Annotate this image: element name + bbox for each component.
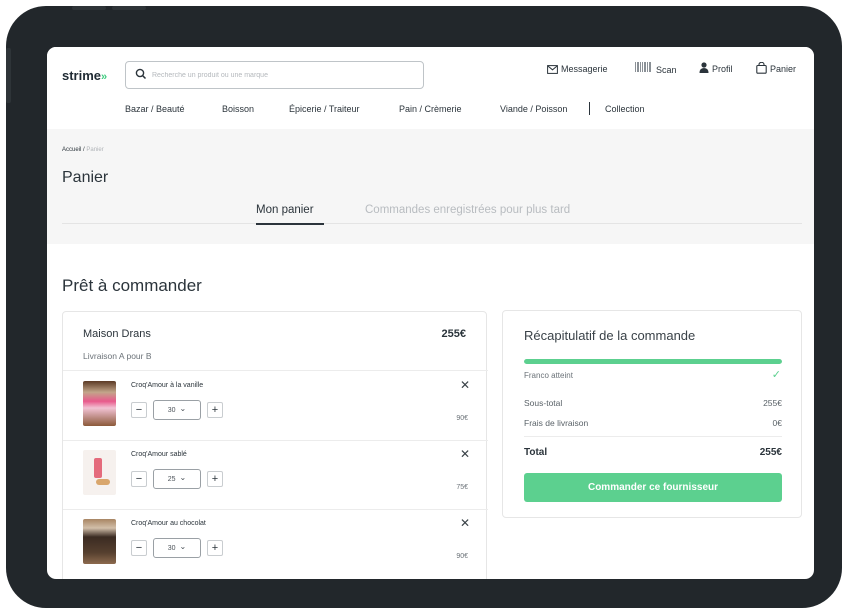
mail-icon bbox=[547, 64, 558, 74]
tablet-top-button bbox=[72, 6, 106, 10]
remove-item-button[interactable]: ✕ bbox=[459, 516, 471, 530]
franco-progress-fill bbox=[524, 359, 782, 364]
breadcrumb-current: Panier bbox=[86, 147, 104, 153]
quantity-value: 30 bbox=[167, 406, 176, 414]
chevron-down-icon: ⌄ bbox=[179, 404, 187, 413]
user-icon bbox=[699, 62, 709, 73]
increase-qty-button[interactable]: + bbox=[207, 402, 223, 418]
breadcrumb-home[interactable]: Accueil bbox=[62, 147, 81, 153]
quantity-select[interactable]: 30 ⌄ bbox=[153, 538, 201, 558]
subtotal-value: 255€ bbox=[763, 398, 782, 408]
search-input[interactable] bbox=[152, 67, 417, 83]
subtotal-row: Sous-total 255€ bbox=[524, 398, 782, 408]
scan-link[interactable]: Scan bbox=[634, 60, 677, 75]
item-price: 90€ bbox=[456, 553, 468, 560]
search-bar[interactable] bbox=[125, 61, 424, 89]
increase-qty-button[interactable]: + bbox=[207, 540, 223, 556]
order-summary-card: Récapitulatif de la commande Franco atte… bbox=[502, 310, 802, 518]
profile-link[interactable]: Profil bbox=[699, 61, 733, 74]
item-name[interactable]: Croq'Amour à la vanille bbox=[131, 382, 203, 389]
summary-divider bbox=[524, 436, 782, 437]
nav-divider bbox=[589, 102, 590, 115]
barcode-icon bbox=[635, 62, 651, 72]
supplier-name[interactable]: Maison Drans bbox=[83, 328, 151, 340]
nav-item-bazar-beaute[interactable]: Bazar / Beauté bbox=[125, 104, 185, 114]
section-title: Prêt à commander bbox=[62, 276, 202, 295]
page-header-area: Accueil / Panier Panier Mon panier Comma… bbox=[47, 129, 814, 244]
order-supplier-button[interactable]: Commander ce fournisseur bbox=[524, 473, 782, 502]
remove-item-button[interactable]: ✕ bbox=[459, 447, 471, 461]
shopping-bag-icon bbox=[756, 61, 767, 74]
messages-label: Messagerie bbox=[561, 64, 608, 74]
page-title: Panier bbox=[62, 169, 109, 186]
tab-mon-panier[interactable]: Mon panier bbox=[256, 204, 314, 216]
tablet-side-button bbox=[6, 48, 11, 103]
item-name[interactable]: Croq'Amour au chocolat bbox=[131, 520, 206, 527]
quantity-select[interactable]: 30 ⌄ bbox=[153, 400, 201, 420]
quantity-select[interactable]: 25 ⌄ bbox=[153, 469, 201, 489]
product-thumbnail[interactable] bbox=[83, 519, 116, 564]
total-row: Total 255€ bbox=[524, 447, 782, 458]
cart-item: Croq'Amour sablé ✕ − 25 ⌄ + 75€ bbox=[63, 441, 488, 510]
quantity-value: 25 bbox=[167, 475, 176, 483]
decrease-qty-button[interactable]: − bbox=[131, 540, 147, 556]
cart-item: Croq'Amour à la vanille ✕ − 30 ⌄ + 90€ bbox=[63, 372, 488, 441]
product-thumbnail[interactable] bbox=[83, 450, 116, 495]
cart-label: Panier bbox=[770, 64, 797, 74]
quantity-stepper: − 30 ⌄ + bbox=[131, 538, 223, 558]
decrease-qty-button[interactable]: − bbox=[131, 402, 147, 418]
profile-label: Profil bbox=[712, 64, 733, 74]
item-price: 90€ bbox=[456, 415, 468, 422]
summary-title: Récapitulatif de la commande bbox=[524, 328, 696, 343]
product-thumbnail[interactable] bbox=[83, 381, 116, 426]
search-icon bbox=[135, 68, 147, 80]
nav-item-boisson[interactable]: Boisson bbox=[222, 104, 254, 114]
chevron-down-icon: ⌄ bbox=[179, 542, 187, 551]
shipping-row: Frais de livraison 0€ bbox=[524, 418, 782, 428]
card-divider bbox=[63, 370, 488, 371]
cart-link[interactable]: Panier bbox=[756, 61, 796, 74]
total-value: 255€ bbox=[759, 447, 782, 458]
supplier-total: 255€ bbox=[441, 328, 466, 340]
active-tab-underline bbox=[256, 223, 324, 225]
franco-progress-bar bbox=[524, 359, 782, 364]
remove-item-button[interactable]: ✕ bbox=[459, 378, 471, 392]
nav-item-pain-cremerie[interactable]: Pain / Crèmerie bbox=[399, 104, 462, 114]
tab-commandes-enregistrees[interactable]: Commandes enregistrées pour plus tard bbox=[365, 204, 570, 216]
quantity-stepper: − 30 ⌄ + bbox=[131, 400, 223, 420]
franco-label: Franco atteint bbox=[524, 371, 573, 380]
messages-link[interactable]: Messagerie bbox=[547, 64, 608, 74]
cart-item: Croq'Amour au chocolat ✕ − 30 ⌄ + 90€ bbox=[63, 510, 488, 579]
nav-item-collection[interactable]: Collection bbox=[605, 104, 645, 114]
total-label: Total bbox=[524, 447, 548, 458]
item-name[interactable]: Croq'Amour sablé bbox=[131, 451, 187, 458]
delivery-info: Livraison A pour B bbox=[83, 351, 152, 361]
app-screen: strime» Messagerie Scan Profil Panier bbox=[47, 47, 814, 579]
check-icon: ✓ bbox=[771, 369, 781, 381]
nav-item-epicerie-traiteur[interactable]: Épicerie / Traiteur bbox=[289, 104, 360, 114]
tablet-top-button bbox=[112, 6, 146, 10]
logo-text: strime bbox=[62, 68, 102, 83]
shipping-value: 0€ bbox=[772, 418, 782, 428]
subtotal-label: Sous-total bbox=[524, 398, 563, 408]
supplier-order-card: Maison Drans 255€ Livraison A pour B Cro… bbox=[62, 311, 488, 579]
decrease-qty-button[interactable]: − bbox=[131, 471, 147, 487]
breadcrumb: Accueil / Panier bbox=[62, 147, 104, 153]
logo[interactable]: strime» bbox=[62, 68, 107, 83]
scan-label: Scan bbox=[656, 65, 677, 75]
increase-qty-button[interactable]: + bbox=[207, 471, 223, 487]
tabs-divider bbox=[62, 223, 802, 224]
quantity-value: 30 bbox=[167, 544, 176, 552]
shipping-label: Frais de livraison bbox=[524, 418, 589, 428]
tablet-frame: strime» Messagerie Scan Profil Panier bbox=[6, 6, 842, 608]
chevron-down-icon: ⌄ bbox=[179, 473, 187, 482]
header: strime» Messagerie Scan Profil Panier bbox=[47, 47, 814, 129]
nav-item-viande-poisson[interactable]: Viande / Poisson bbox=[500, 104, 567, 114]
logo-chevrons: » bbox=[101, 71, 108, 83]
item-price: 75€ bbox=[456, 484, 468, 491]
quantity-stepper: − 25 ⌄ + bbox=[131, 469, 223, 489]
